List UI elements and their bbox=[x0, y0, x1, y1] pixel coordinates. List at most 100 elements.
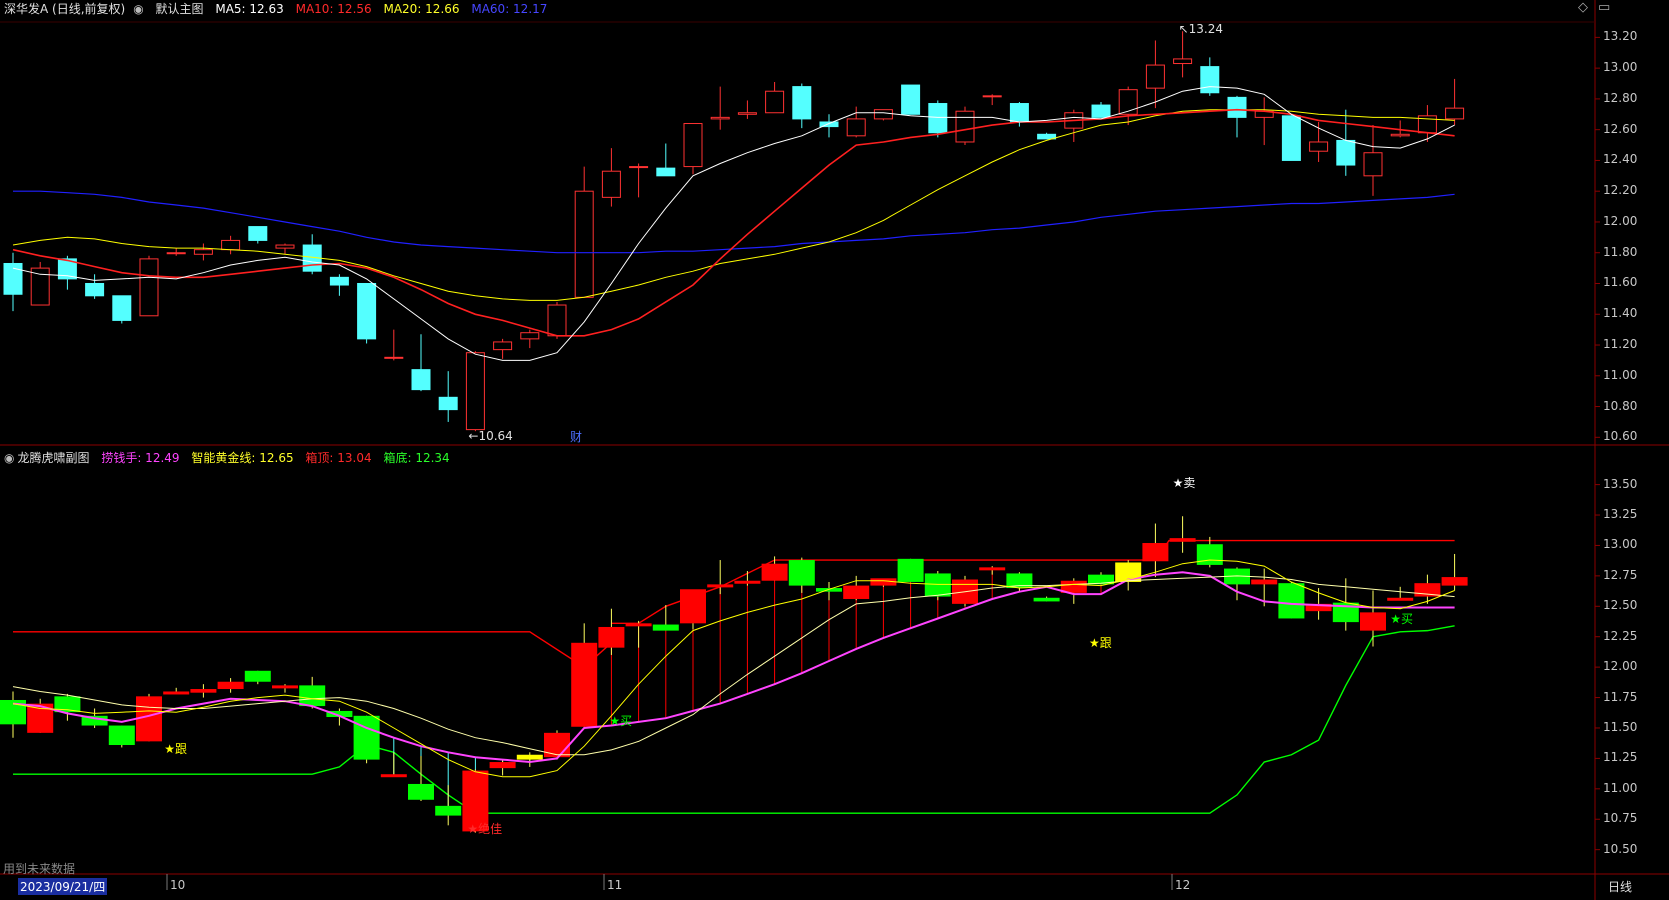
axis-tick-label: 12.60 bbox=[1603, 121, 1638, 136]
axis-tick-label: 11.00 bbox=[1603, 367, 1638, 382]
candle-body bbox=[166, 252, 186, 255]
sub-candle-body bbox=[1441, 577, 1468, 586]
candle-body bbox=[1281, 115, 1301, 161]
candle-body bbox=[1445, 107, 1465, 120]
axis-tick-label: 13.00 bbox=[1603, 60, 1638, 75]
box-bottom-line bbox=[13, 625, 1455, 814]
laoqianshou-value: 捞钱手: 12.49 bbox=[101, 451, 180, 465]
candle-body bbox=[955, 110, 975, 143]
axis-tick-label: 12.00 bbox=[1603, 659, 1638, 674]
ma10-line bbox=[12, 108, 1455, 337]
sub-candle-body bbox=[1142, 543, 1169, 562]
sub-candle-body bbox=[217, 681, 244, 690]
axis-tick-label: 10.75 bbox=[1603, 811, 1638, 826]
sub-candle-body bbox=[1169, 538, 1196, 542]
candle-body bbox=[30, 267, 50, 306]
diamond-icon[interactable]: ◇ bbox=[1578, 0, 1588, 15]
xiangding-value: 箱顶: 13.04 bbox=[305, 451, 372, 465]
axis-tick-label: 13.25 bbox=[1603, 507, 1638, 522]
candle-body bbox=[656, 167, 676, 177]
axis-tick-label: 11.40 bbox=[1603, 306, 1638, 321]
high-price-label: ↖13.24 bbox=[1178, 22, 1224, 37]
axis-tick-label: 12.80 bbox=[1603, 90, 1638, 105]
sub-candle-body bbox=[1387, 597, 1414, 601]
sub-candle-body bbox=[979, 567, 1006, 571]
axis-tick-label: 13.00 bbox=[1603, 537, 1638, 552]
low-price-label: ←10.64 bbox=[468, 429, 513, 444]
smart-gold-line bbox=[12, 575, 1455, 756]
stock-title[interactable]: 深华发A (日线,前复权) bbox=[4, 2, 125, 16]
laoqianshou-line bbox=[12, 571, 1455, 764]
candle-body bbox=[547, 304, 567, 337]
candle-body bbox=[792, 86, 812, 120]
axis-tick-label: 11.50 bbox=[1603, 719, 1638, 734]
restore-icon[interactable]: ▭ bbox=[1598, 0, 1610, 15]
sub-candle-body bbox=[707, 584, 734, 588]
axis-tick-label: 13.20 bbox=[1603, 29, 1638, 44]
xiangdi-value: 箱底: 12.34 bbox=[383, 451, 450, 465]
ma5-line bbox=[12, 86, 1455, 361]
sub-candle-body bbox=[897, 558, 924, 582]
sub-chart-header: ◉ 龙腾虎啸副图 捞钱手: 12.49 智能黄金线: 12.65 箱顶: 13.0… bbox=[4, 449, 458, 467]
axis-tick-label: 11.20 bbox=[1603, 337, 1638, 352]
month-label: 12 bbox=[1175, 878, 1191, 892]
sub-candle-body bbox=[1278, 583, 1305, 619]
candle-body bbox=[1009, 103, 1029, 123]
sub-candle-body bbox=[244, 670, 271, 682]
dropdown-icon[interactable]: ◉ bbox=[4, 451, 14, 465]
sub-candle-body bbox=[571, 642, 598, 727]
follow-signal: ★跟 bbox=[164, 742, 187, 756]
sub-candle-body bbox=[625, 623, 652, 627]
sub-chart-title[interactable]: 龙腾虎啸副图 bbox=[17, 451, 89, 465]
candle-body bbox=[601, 170, 621, 198]
axis-tick-label: 11.75 bbox=[1603, 689, 1638, 704]
candle-body bbox=[465, 352, 485, 431]
candle-body bbox=[901, 84, 921, 115]
candle-body bbox=[1309, 141, 1329, 152]
main-candles bbox=[3, 31, 1465, 432]
candle-body bbox=[683, 123, 703, 168]
sub-candle-body bbox=[353, 715, 380, 760]
period-button[interactable]: 日线 bbox=[1608, 878, 1632, 895]
month-label: 11 bbox=[607, 878, 623, 892]
main-chart-header: 深华发A (日线,前复权) ◉ 默认主图 MA5: 12.63 MA10: 12.… bbox=[4, 0, 555, 18]
candle-body bbox=[520, 332, 540, 340]
candle-body bbox=[1091, 104, 1111, 118]
candle-body bbox=[357, 282, 377, 340]
candle-body bbox=[493, 341, 513, 351]
axis-tick-label: 10.50 bbox=[1603, 841, 1638, 856]
ma5-value: MA5: 12.63 bbox=[215, 2, 284, 16]
candle-body bbox=[438, 396, 458, 411]
axis-tick-label: 13.50 bbox=[1603, 476, 1638, 491]
buy-signal: ★买 bbox=[1390, 612, 1413, 626]
ma20-value: MA20: 12.66 bbox=[383, 2, 460, 16]
candle-body bbox=[710, 116, 730, 120]
future-data-note: 用到未来数据 bbox=[3, 862, 76, 876]
candle-body bbox=[629, 166, 649, 169]
axis-tick-label: 12.20 bbox=[1603, 183, 1638, 198]
main-chart-name[interactable]: 默认主图 bbox=[156, 2, 204, 16]
cursor-date-label[interactable]: 2023/09/21/四 bbox=[18, 878, 108, 895]
sub-candle-body bbox=[680, 589, 706, 624]
candle-body bbox=[1173, 58, 1193, 65]
candle-body bbox=[221, 239, 241, 251]
axis-tick-label: 12.50 bbox=[1603, 598, 1638, 613]
candle-body bbox=[1145, 64, 1165, 89]
candle-body bbox=[193, 249, 213, 255]
ma20-line bbox=[12, 109, 1455, 301]
candle-body bbox=[737, 112, 757, 115]
sub-candle-body bbox=[924, 573, 951, 597]
finance-marker[interactable]: 财 bbox=[570, 428, 582, 445]
candle-body bbox=[1200, 66, 1220, 94]
candle-body bbox=[248, 226, 268, 241]
box-top-line-left bbox=[13, 631, 612, 669]
candle-body bbox=[1336, 139, 1356, 166]
sub-candle-body bbox=[108, 725, 135, 746]
axis-tick-label: 11.00 bbox=[1603, 780, 1638, 795]
sub-candle-body bbox=[1251, 579, 1278, 585]
candle-body bbox=[1118, 89, 1138, 115]
sub-candle-body bbox=[544, 732, 570, 758]
sub-candle-body bbox=[1196, 544, 1223, 565]
dropdown-icon[interactable]: ◉ bbox=[133, 2, 143, 16]
sub-candle-body bbox=[489, 762, 516, 769]
